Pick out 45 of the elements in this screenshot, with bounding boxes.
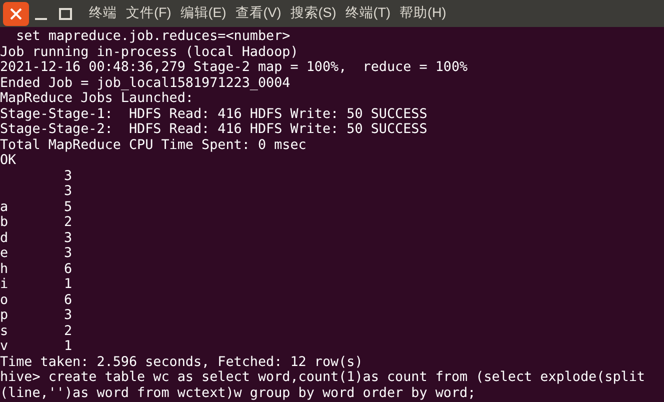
terminal-line: MapReduce Jobs Launched:: [0, 91, 194, 106]
count-cell: 3: [64, 308, 72, 324]
menu-item[interactable]: 帮助(H): [400, 3, 446, 24]
minimize-icon: [35, 18, 47, 20]
terminal-line: 2021-12-16 00:48:36,279 Stage-2 map = 100%, reduce = 100%: [0, 60, 468, 76]
terminal-line: hive> create table wc as select word,count(1)as count from (select explode(split: [0, 370, 645, 386]
maximize-icon: [58, 8, 72, 20]
word-cell: a: [0, 200, 8, 215]
word-cell: b: [0, 215, 8, 230]
count-cell: 2: [64, 215, 72, 230]
menu-item[interactable]: 编辑(E): [180, 3, 226, 24]
menu-item[interactable]: 终端(T): [345, 3, 390, 24]
count-cell: 3: [64, 246, 72, 262]
terminal-line: Stage-Stage-1: HDFS Read: 416 HDFS Write: 50 SUCCESS: [0, 106, 428, 122]
menu-item[interactable]: 搜索(S): [290, 3, 336, 24]
terminal-line: Ended Job = job_local1581971223_0004: [0, 76, 290, 91]
menu-item[interactable]: 文件(F): [126, 3, 172, 24]
close-icon: [10, 8, 22, 20]
menu-item[interactable]: 终端: [89, 3, 117, 24]
count-cell: 1: [64, 277, 72, 292]
count-cell: 3: [64, 230, 72, 246]
terminal-line: Stage-Stage-2: HDFS Read: 416 HDFS Write: 50 SUCCESS: [0, 122, 428, 138]
menu-item[interactable]: 查看(V): [235, 3, 282, 24]
count-cell: 3: [64, 184, 72, 200]
count-cell: 6: [64, 292, 72, 308]
word-cell: s: [0, 324, 8, 339]
count-cell: 1: [64, 339, 72, 354]
count-cell: 6: [64, 262, 72, 277]
terminal-line: Time taken: 2.596 seconds, Fetched: 12 row(s): [0, 354, 363, 370]
close-button[interactable]: [3, 2, 29, 26]
word-cell: d: [0, 230, 8, 246]
count-cell: 2: [64, 324, 72, 339]
word-cell: i: [0, 277, 8, 292]
terminal-line: Job running in-process (local Hadoop): [0, 44, 298, 60]
terminal-line: set mapreduce.job.reduces=<number>: [15, 29, 290, 44]
word-cell: p: [0, 308, 8, 324]
terminal-line: Total MapReduce CPU Time Spent: 0 msec: [0, 138, 306, 153]
word-cell: h: [0, 262, 8, 277]
word-cell: o: [0, 292, 8, 308]
count-cell: 3: [64, 168, 72, 184]
word-cell: e: [0, 246, 8, 262]
terminal-line: (line,'')as word from wctext)w group by word order by word;: [0, 386, 476, 401]
terminal-line: OK: [0, 153, 16, 168]
word-cell: v: [0, 339, 8, 354]
count-cell: 5: [64, 200, 72, 215]
